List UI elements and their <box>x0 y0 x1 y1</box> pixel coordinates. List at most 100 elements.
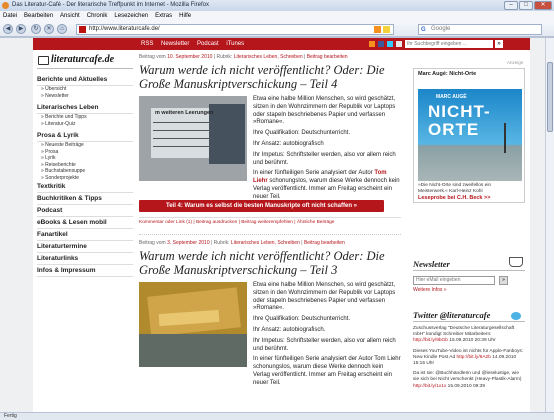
maximize-button[interactable]: □ <box>519 1 533 10</box>
twitter-box: Twitter @literaturcafe Zuschussverlag "D… <box>413 310 525 390</box>
article-date-link[interactable]: 3. September 2010 <box>167 240 210 246</box>
newsletter-submit-button[interactable]: » <box>499 276 508 285</box>
article-rubrik-link[interactable]: Literarisches Leben, Schreiben <box>234 54 303 60</box>
share-icon[interactable] <box>396 41 402 47</box>
edit-article-link[interactable]: Beitrag bearbeiten <box>304 240 345 246</box>
article-paragraph: Etwa eine halbe Million Menschen, so wir… <box>253 282 396 312</box>
tweet: Dieses YouTube-Video ist nichts für Appl… <box>413 348 524 367</box>
article-title[interactable]: Warum werde ich nicht veröffentlicht? Od… <box>139 63 401 91</box>
nav-heading[interactable]: Textkritik <box>37 181 133 193</box>
nav-heading[interactable]: Literaturlinks <box>37 253 133 265</box>
nav-heading[interactable]: Podcast <box>37 205 133 217</box>
article-footer-links[interactable]: Kommentar oder Link (1) | Beitrag ausdru… <box>139 217 401 226</box>
vertical-scrollbar[interactable] <box>545 38 554 420</box>
menu-ansicht[interactable]: Ansicht <box>60 11 80 21</box>
article-image[interactable] <box>139 282 247 367</box>
tweet-link[interactable]: http://bit.ly/9bGb <box>413 338 448 343</box>
page-viewport: RSS Newsletter Podcast iTunes Ihr Suchbe… <box>0 38 545 420</box>
nav-heading[interactable]: Fanartikel <box>37 229 133 241</box>
main-content: Beitrag vom 10. September 2010 | Rubrik:… <box>139 54 401 386</box>
nav-heading[interactable]: Infos & Impressum <box>37 265 133 277</box>
tweet-link[interactable]: http://bit.ly/1x1x <box>413 384 446 389</box>
article-text: Etwa eine halbe Million Menschen, so wir… <box>253 282 401 391</box>
article-date-link[interactable]: 10. September 2010 <box>167 54 212 60</box>
site-search-button[interactable]: » <box>495 40 503 48</box>
favicon-icon <box>79 26 86 33</box>
site-logo[interactable]: literaturcafe.de <box>37 54 133 69</box>
rss-icon[interactable] <box>369 41 375 47</box>
nav-heading[interactable]: Buchkritiken & Tipps <box>37 193 133 205</box>
stop-button[interactable]: ✕ <box>44 24 54 34</box>
facebook-icon[interactable] <box>378 41 384 47</box>
status-bar: Fertig <box>0 412 554 420</box>
menu-datei[interactable]: Datei <box>3 11 17 21</box>
article-meta: Beitrag vom 10. September 2010 | Rubrik:… <box>139 54 348 60</box>
article-title[interactable]: Warum werde ich nicht veröffentlicht? Od… <box>139 249 401 277</box>
nav-heading[interactable]: Literarisches Leben <box>37 102 133 114</box>
forward-button[interactable]: ▶ <box>16 24 26 34</box>
site-search-input[interactable]: Ihr Suchbegriff eingeben ... <box>405 40 493 48</box>
article-meta: Beitrag vom 3. September 2010 | Rubrik: … <box>139 240 345 246</box>
twitter-bird-icon <box>511 312 521 320</box>
link-podcast[interactable]: Podcast <box>197 41 219 47</box>
newsletter-box: Newsletter Hier eMail eingeben » Weitere… <box>413 257 525 293</box>
menu-extras[interactable]: Extras <box>155 11 172 21</box>
search-input[interactable]: G Google <box>418 24 542 35</box>
minimize-button[interactable]: – <box>504 1 518 10</box>
coffee-cup-icon <box>509 257 523 267</box>
menu-lesezeichen[interactable]: Lesezeichen <box>114 11 148 21</box>
article-body: m weiteren Leerungen Etwa eine halbe Mil… <box>139 96 401 200</box>
article-image[interactable]: m weiteren Leerungen <box>139 96 247 181</box>
navigation-toolbar: ◀ ▶ ↻ ✕ ⌂ http://www.literaturcafe.de/ G… <box>0 21 554 37</box>
google-icon: G <box>421 27 426 33</box>
article-rubrik-link[interactable]: Literarisches Leben, Schreiben <box>231 240 300 246</box>
newsletter-more-link[interactable]: Weitere Infos » <box>413 287 525 293</box>
nav-heading[interactable]: Berichte und Aktuelles <box>37 74 133 86</box>
ad-label: Anzeige <box>507 60 524 65</box>
book-leseprobe-link[interactable]: Leseprobe bei C.H. Beck >> <box>418 195 490 201</box>
nav-heading[interactable]: Literaturtermine <box>37 241 133 253</box>
reload-button[interactable]: ↻ <box>31 24 41 34</box>
tweet-link[interactable]: http://bit.ly/9A2b <box>456 355 490 360</box>
link-itunes[interactable]: iTunes <box>226 41 244 47</box>
cover-author: MARC AUGÉ <box>436 94 467 100</box>
article-paragraph: Ihr Ansatz: autobiografisch <box>253 140 324 147</box>
book-quote: »Die Nicht-Orte sind zweifellos ein Meis… <box>418 183 492 194</box>
scrollbar-thumb[interactable] <box>547 62 553 132</box>
article-paragraph: Ihr Impetus: Schriftsteller werden, also… <box>253 337 396 352</box>
menu-hilfe[interactable]: Hilfe <box>179 11 191 21</box>
article-paragraph: Ihre Qualifikation: Deutschunterricht. <box>253 130 351 137</box>
article-separator <box>139 226 401 235</box>
book-cover-image[interactable]: MARC AUGÉ NICHT-ORTE <box>418 89 522 181</box>
cover-title: NICHT-ORTE <box>428 102 491 139</box>
menu-bar: Datei Bearbeiten Ansicht Chronik Lesezei… <box>0 11 554 21</box>
logo-text: literaturcafe.de <box>51 54 115 65</box>
article-paragraph: Ihr Impetus: Schriftsteller werden, also… <box>253 151 396 166</box>
article-paragraph: In einer fünfteiligen Serie analysiert d… <box>253 170 400 200</box>
link-rss[interactable]: RSS <box>141 41 153 47</box>
menu-chronik[interactable]: Chronik <box>87 11 108 21</box>
twitter-icon[interactable] <box>387 41 393 47</box>
nav-heading[interactable]: eBooks & Lesen mobil <box>37 217 133 229</box>
link-newsletter[interactable]: Newsletter <box>161 41 189 47</box>
close-button[interactable]: ✕ <box>534 1 552 10</box>
book-ad[interactable]: Marc Augé: Nicht-Orte MARC AUGÉ NICHT-OR… <box>413 68 525 203</box>
twitter-heading[interactable]: Twitter @literaturcafe <box>413 310 525 322</box>
newsletter-email-input[interactable]: Hier eMail eingeben <box>413 276 495 285</box>
bookmark-star-icon[interactable] <box>383 26 390 33</box>
browser-window: Das Literatur-Café - Der literarische Tr… <box>0 0 554 420</box>
back-button[interactable]: ◀ <box>3 24 13 34</box>
window-title: Das Literatur-Café - Der literarische Tr… <box>12 2 209 8</box>
title-bar: Das Literatur-Café - Der literarische Tr… <box>0 0 554 11</box>
article-paragraph: In einer fünfteiligen Serie analysiert d… <box>253 356 401 386</box>
article-paragraph: Ihr Ansatz: autobiografisch. <box>253 326 326 333</box>
rss-feed-icon[interactable] <box>374 26 381 33</box>
nav-heading[interactable]: Prosa & Lyrik <box>37 130 133 142</box>
menu-bearbeiten[interactable]: Bearbeiten <box>24 11 53 21</box>
article-paragraph: Ihre Qualifikation: Deutschunterricht. <box>253 316 351 323</box>
tweet: Da ist sie: @Buchhändlerin und @leselust… <box>413 371 522 389</box>
home-button[interactable]: ⌂ <box>57 24 67 34</box>
book-ad-title: Marc Augé: Nicht-Orte <box>418 71 477 77</box>
edit-article-link[interactable]: Beitrag bearbeiten <box>307 54 348 60</box>
url-bar[interactable]: http://www.literaturcafe.de/ <box>76 24 394 35</box>
